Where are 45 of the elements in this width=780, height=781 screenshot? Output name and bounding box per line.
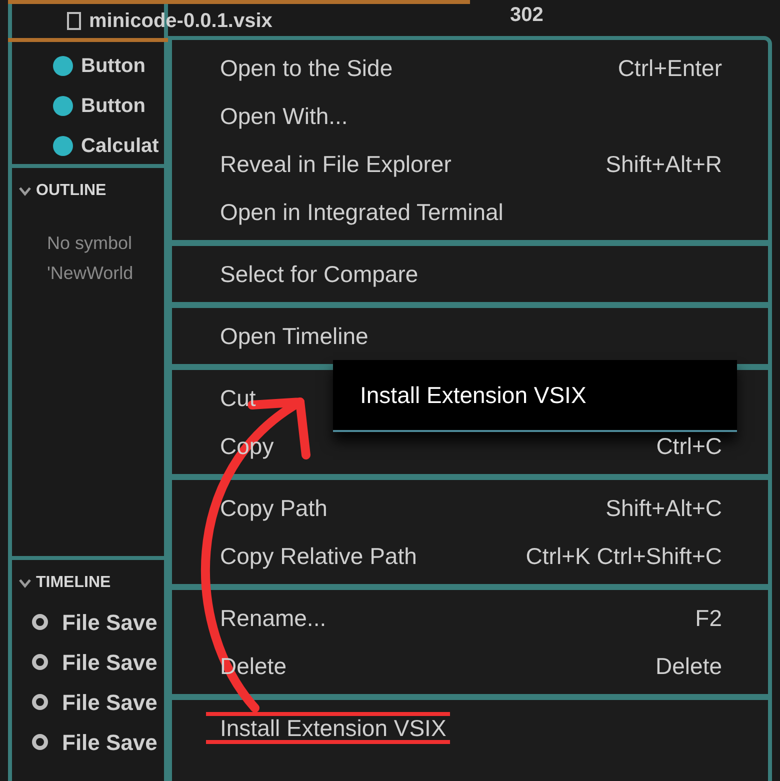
menu-item[interactable]: Open With... bbox=[220, 98, 348, 134]
commit-icon bbox=[32, 734, 48, 750]
menu-item[interactable]: Cut bbox=[220, 380, 256, 416]
outline-message: 'NewWorld bbox=[47, 262, 134, 285]
outline-message: No symbol bbox=[47, 232, 134, 255]
shortcut-label: Shift+Alt+R bbox=[606, 150, 722, 179]
commit-icon bbox=[32, 694, 48, 710]
line-number: 302 bbox=[510, 3, 544, 28]
csharp-icon bbox=[53, 56, 73, 76]
shortcut-label: F2 bbox=[695, 604, 722, 633]
csharp-icon bbox=[53, 136, 73, 156]
menu-item[interactable]: Install Extension VSIX bbox=[360, 378, 586, 412]
section-title[interactable]: OUTLINE bbox=[36, 179, 106, 203]
menu-item[interactable]: Install Extension VSIX bbox=[206, 712, 450, 744]
menu-item[interactable]: Open to the Side bbox=[220, 50, 393, 86]
csharp-icon bbox=[53, 96, 73, 116]
shortcut-label: Ctrl+K Ctrl+Shift+C bbox=[526, 542, 722, 571]
menu-item[interactable]: Copy Path bbox=[220, 490, 328, 526]
file-item[interactable]: Calculat bbox=[12, 126, 164, 166]
section-title[interactable]: TIMELINE bbox=[36, 571, 111, 595]
shortcut-label: Ctrl+Enter bbox=[618, 54, 722, 83]
commit-icon bbox=[32, 614, 48, 630]
menu-item[interactable]: Copy Relative Path bbox=[220, 538, 417, 574]
file-name: Button bbox=[81, 94, 146, 119]
file-name: minicode-0.0.1.vsix bbox=[89, 9, 272, 34]
commit-icon bbox=[32, 654, 48, 670]
file-name: Button bbox=[81, 54, 146, 79]
timeline-entry[interactable]: File Save bbox=[62, 646, 158, 678]
shortcut-label: Shift+Alt+C bbox=[606, 494, 722, 523]
timeline-entry[interactable]: File Save bbox=[62, 606, 158, 638]
menu-item[interactable]: Open Timeline bbox=[220, 318, 368, 354]
file-icon bbox=[67, 12, 81, 30]
file-name: Calculat bbox=[81, 134, 159, 159]
shortcut-label: Ctrl+C bbox=[656, 432, 722, 461]
menu-item[interactable]: Reveal in File Explorer bbox=[220, 146, 452, 182]
menu-item[interactable]: Rename... bbox=[220, 600, 326, 636]
shortcut-label: Delete bbox=[656, 652, 722, 681]
menu-item[interactable]: Open in Integrated Terminal bbox=[220, 194, 504, 230]
menu-item[interactable]: Select for Compare bbox=[220, 256, 418, 292]
chevron-icon[interactable] bbox=[18, 186, 32, 196]
file-item[interactable]: Button bbox=[12, 86, 164, 126]
timeline-entry[interactable]: File Save bbox=[62, 726, 158, 758]
chevron-icon[interactable] bbox=[18, 578, 32, 588]
timeline-entry[interactable]: File Save bbox=[62, 686, 158, 718]
file-item[interactable]: Button bbox=[12, 46, 164, 86]
